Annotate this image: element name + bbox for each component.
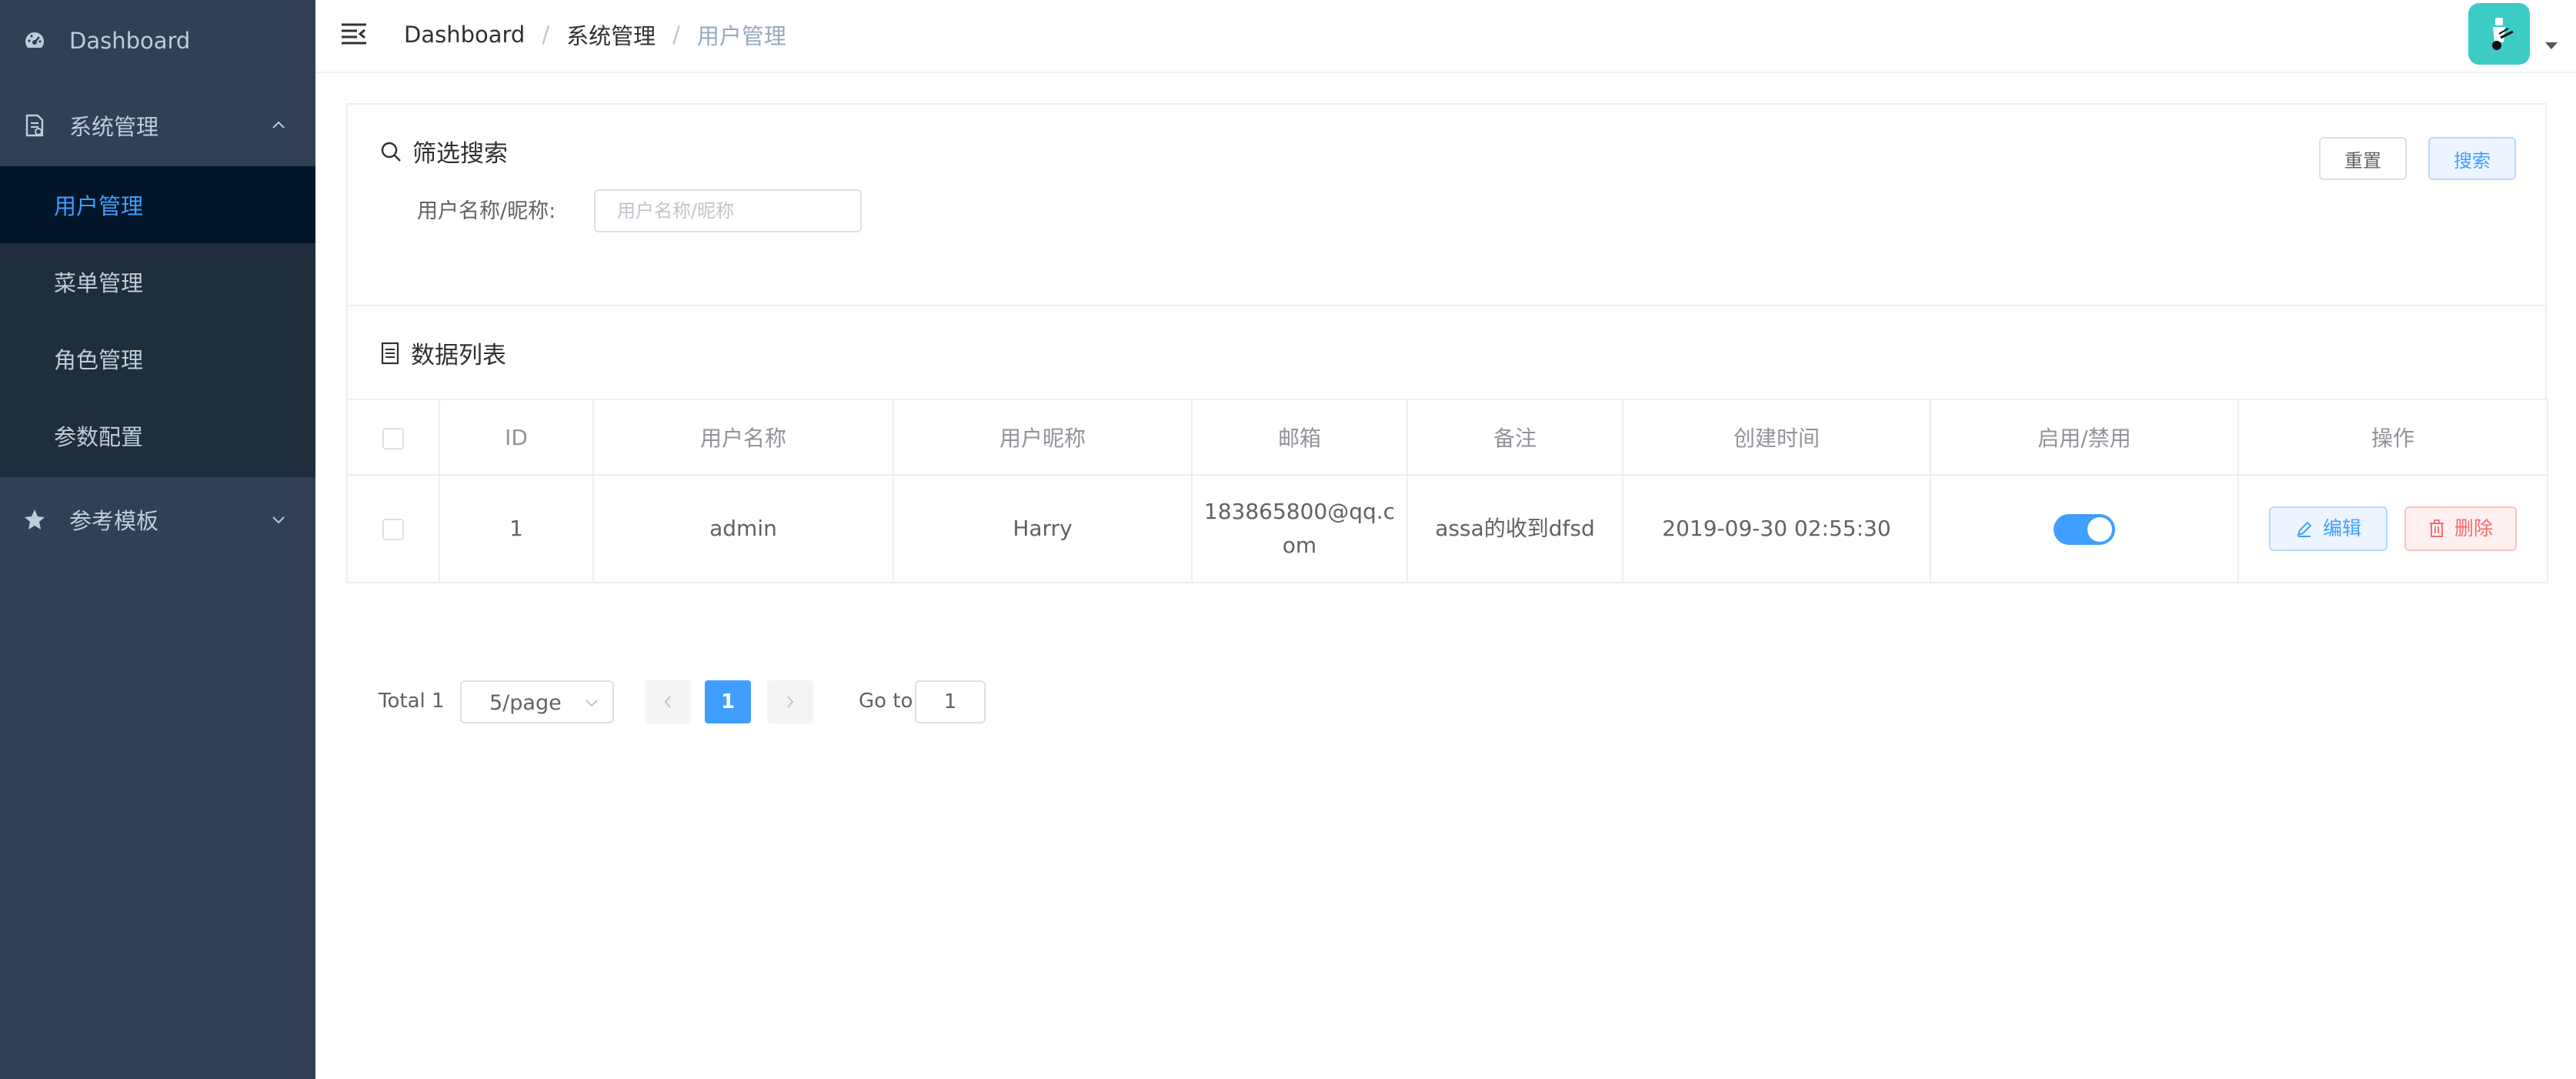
filter-card: 筛选搜索 用户名称/昵称: 重置 搜索 <box>346 103 2547 306</box>
sidebar-submenu: 用户管理 菜单管理 角色管理 参数配置 <box>0 166 315 477</box>
avatar[interactable] <box>2468 3 2530 65</box>
pagination-total: Total 1 <box>379 690 445 713</box>
table-header-row: ID 用户名称 用户昵称 邮箱 备注 创建时间 启用/禁用 操作 <box>346 399 2548 476</box>
document-icon <box>22 112 48 139</box>
column-header-created: 创建时间 <box>1622 399 1931 476</box>
breadcrumb-separator: / <box>672 22 680 48</box>
page-number-button[interactable]: 1 <box>705 680 751 723</box>
cell-nickname: Harry <box>893 474 1193 583</box>
sidebar-item-user-management[interactable]: 用户管理 <box>0 166 315 243</box>
sidebar-item-role-management[interactable]: 角色管理 <box>0 320 315 397</box>
cell-email: 183865800@qq.com <box>1191 474 1408 583</box>
sidebar-item-templates[interactable]: 参考模板 <box>0 479 315 560</box>
star-icon <box>22 506 48 533</box>
reset-button[interactable]: 重置 <box>2319 137 2407 180</box>
cell-id: 1 <box>439 474 594 583</box>
select-all-cell <box>346 399 440 476</box>
column-header-actions: 操作 <box>2237 399 2548 476</box>
delete-button[interactable]: 删除 <box>2404 506 2517 551</box>
breadcrumb-item-dashboard[interactable]: Dashboard <box>404 22 525 48</box>
sidebar-item-label: 用户管理 <box>54 193 144 219</box>
breadcrumb-item-current: 用户管理 <box>696 23 786 49</box>
user-table: ID 用户名称 用户昵称 邮箱 备注 创建时间 启用/禁用 操作 1 admin… <box>346 399 2548 583</box>
sidebar-item-param-config[interactable]: 参数配置 <box>0 397 315 474</box>
list-title-text: 数据列表 <box>411 342 506 369</box>
caret-down-icon[interactable] <box>2545 42 2558 49</box>
list-icon <box>381 342 399 364</box>
row-checkbox[interactable] <box>382 519 404 540</box>
dashboard-icon <box>22 28 48 54</box>
cell-actions: 编辑 删除 <box>2237 474 2548 583</box>
breadcrumb: Dashboard / 系统管理 / 用户管理 <box>404 18 786 51</box>
next-page-button[interactable] <box>767 680 813 723</box>
page-size-select[interactable]: 5/page <box>460 680 614 723</box>
status-toggle[interactable] <box>2054 514 2115 545</box>
goto-page-input[interactable] <box>915 680 986 723</box>
breadcrumb-separator: / <box>542 22 550 48</box>
goto-label: Go to <box>859 690 913 713</box>
sidebar-item-label: Dashboard <box>69 28 191 54</box>
prev-page-button[interactable] <box>645 680 691 723</box>
list-title: 数据列表 <box>380 336 506 370</box>
trash-icon <box>2429 519 2444 537</box>
page-size-value: 5/page <box>489 691 562 715</box>
column-header-remark: 备注 <box>1406 399 1623 476</box>
column-header-status: 启用/禁用 <box>1930 399 2239 476</box>
sidebar-item-label: 参数配置 <box>54 424 144 450</box>
avatar-image-icon <box>2492 18 2514 50</box>
sidebar-item-label: 系统管理 <box>69 114 159 140</box>
cell-remark: assa的收到dfsd <box>1406 474 1623 583</box>
sidebar: Dashboard 系统管理 用户管理 菜单管理 角色管理 参数配置 参考模板 <box>0 0 315 1079</box>
edit-icon <box>2297 521 2312 537</box>
sidebar-item-menu-management[interactable]: 菜单管理 <box>0 243 315 320</box>
sidebar-item-label: 菜单管理 <box>54 270 144 296</box>
menu-fold-icon[interactable] <box>340 22 368 46</box>
username-search-input[interactable] <box>594 189 862 232</box>
chevron-right-icon <box>787 696 794 708</box>
email-text: 183865800@qq.com <box>1203 499 1396 558</box>
toggle-knob <box>2087 517 2112 542</box>
delete-label: 删除 <box>2454 517 2493 540</box>
data-list-card: 数据列表 <box>346 305 2547 400</box>
table-row: 1 admin Harry 183865800@qq.com assa的收到df… <box>346 474 2548 583</box>
edit-button[interactable]: 编辑 <box>2269 506 2387 551</box>
search-icon <box>381 142 401 162</box>
column-header-email: 邮箱 <box>1191 399 1408 476</box>
cell-username: admin <box>592 474 894 583</box>
sidebar-item-label: 参考模板 <box>69 508 159 534</box>
breadcrumb-item-system[interactable]: 系统管理 <box>566 18 656 51</box>
cell-status <box>1930 474 2239 583</box>
select-all-checkbox[interactable] <box>382 427 404 449</box>
sidebar-item-system[interactable]: 系统管理 <box>0 85 315 166</box>
cell-created: 2019-09-30 02:55:30 <box>1622 474 1931 583</box>
chevron-left-icon <box>664 696 671 708</box>
filter-label: 用户名称/昵称: <box>417 199 556 223</box>
search-button[interactable]: 搜索 <box>2428 137 2516 180</box>
filter-title: 筛选搜索 <box>380 134 508 169</box>
chevron-down-icon <box>272 516 285 524</box>
row-select-cell <box>346 474 440 583</box>
column-header-nickname: 用户昵称 <box>893 399 1193 476</box>
sidebar-item-dashboard[interactable]: Dashboard <box>0 0 315 82</box>
chevron-down-icon <box>586 700 598 707</box>
edit-label: 编辑 <box>2322 517 2361 540</box>
sidebar-item-label: 角色管理 <box>54 347 144 373</box>
filter-title-text: 筛选搜索 <box>412 140 508 168</box>
column-header-username: 用户名称 <box>592 399 894 476</box>
chevron-up-icon <box>272 121 285 129</box>
navbar: Dashboard / 系统管理 / 用户管理 <box>315 0 2576 73</box>
column-header-id: ID <box>439 399 594 476</box>
